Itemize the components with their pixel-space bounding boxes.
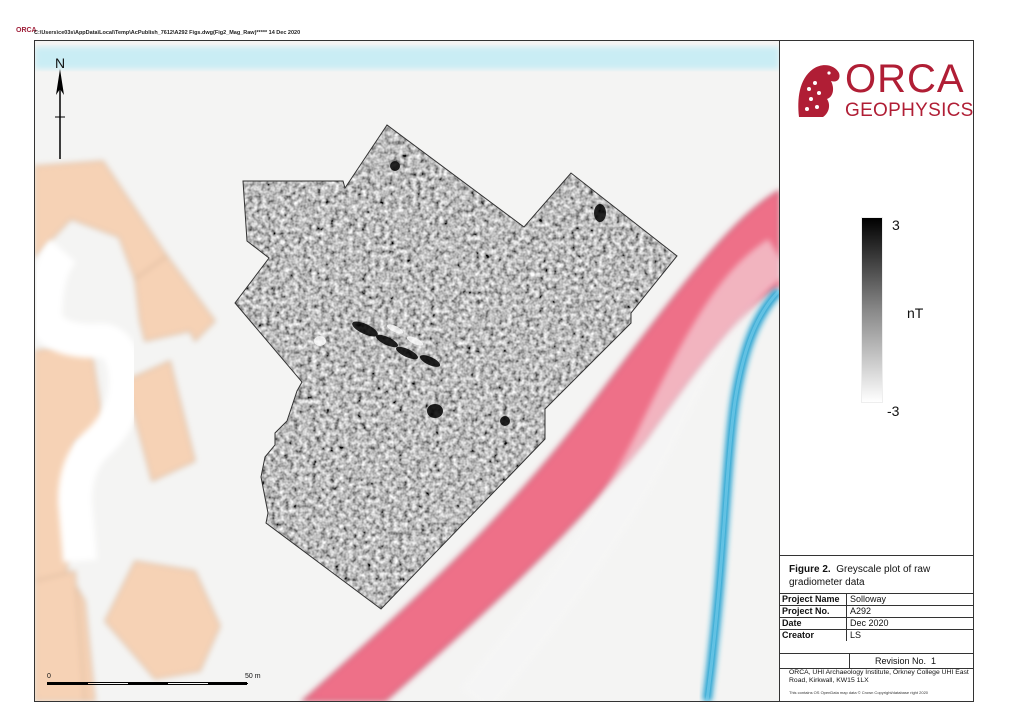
logo-wordmark: ORCA — [845, 57, 965, 101]
scale-track — [47, 682, 248, 685]
copyright-text: This contains OS OpenData map data © Cro… — [789, 690, 929, 695]
orca-horse-emblem-icon — [798, 65, 840, 117]
info-key: Date — [779, 617, 847, 630]
revision-label: Revision No. — [875, 656, 927, 666]
side-panel: ORCA GEOPHYSICS 3 nT -3 Figure 2. Greysc… — [779, 41, 973, 701]
address-text: ORCA, UHI Archaeology Institute, Orkney … — [789, 669, 969, 684]
scale-start-label: 0 — [47, 673, 51, 680]
scale-end-label: 50 m — [245, 673, 261, 680]
map-area[interactable]: N 0 50 m — [35, 41, 780, 701]
water-band — [35, 47, 779, 69]
map-svg — [35, 41, 779, 701]
figure-number: Figure 2. — [789, 564, 831, 575]
table-row: Project Name Solloway — [779, 593, 973, 606]
info-key: Project No. — [779, 605, 847, 618]
legend-max-label: 3 — [892, 217, 900, 233]
legend-min-label: -3 — [887, 403, 900, 419]
file-path: C:\Users\ce03s\AppData\Local\Temp\AcPubl… — [34, 30, 301, 36]
info-key: Project Name — [779, 593, 847, 606]
north-arrow: N — [52, 55, 68, 159]
info-value: Dec 2020 — [846, 617, 973, 630]
info-value: Solloway — [846, 593, 973, 606]
table-row: Date Dec 2020 — [779, 617, 973, 630]
info-key: Creator — [779, 629, 847, 641]
legend-unit-label: nT — [907, 305, 924, 321]
title-block: Figure 2. Greyscale plot of raw gradiome… — [779, 555, 973, 701]
project-info-table: Project Name Solloway Project No. A292 Dat… — [779, 593, 973, 641]
revision-cell: Revision No. 1 — [849, 654, 936, 668]
logo-subtitle: GEOPHYSICS — [845, 100, 974, 121]
north-arrow-icon — [55, 69, 65, 159]
orca-logo: ORCA GEOPHYSICS — [793, 55, 973, 121]
table-row: Creator LS — [779, 629, 973, 641]
info-value: LS — [846, 629, 973, 641]
scale-bar: 0 50 m — [47, 671, 261, 701]
figure-frame: N 0 50 m ORCA GEOPHYSICS 3 nT -3 Figure … — [34, 40, 974, 702]
scale-segment — [48, 683, 88, 684]
figure-caption: Figure 2. Greyscale plot of raw gradiome… — [789, 563, 965, 589]
revision-value: 1 — [931, 656, 937, 666]
table-row: Project No. A292 — [779, 605, 973, 618]
revision-row: Revision No. 1 — [779, 653, 973, 669]
scale-segment — [208, 683, 248, 684]
greyscale-legend-bar — [861, 217, 883, 403]
info-value: A292 — [846, 605, 973, 618]
scale-segment — [128, 683, 168, 684]
